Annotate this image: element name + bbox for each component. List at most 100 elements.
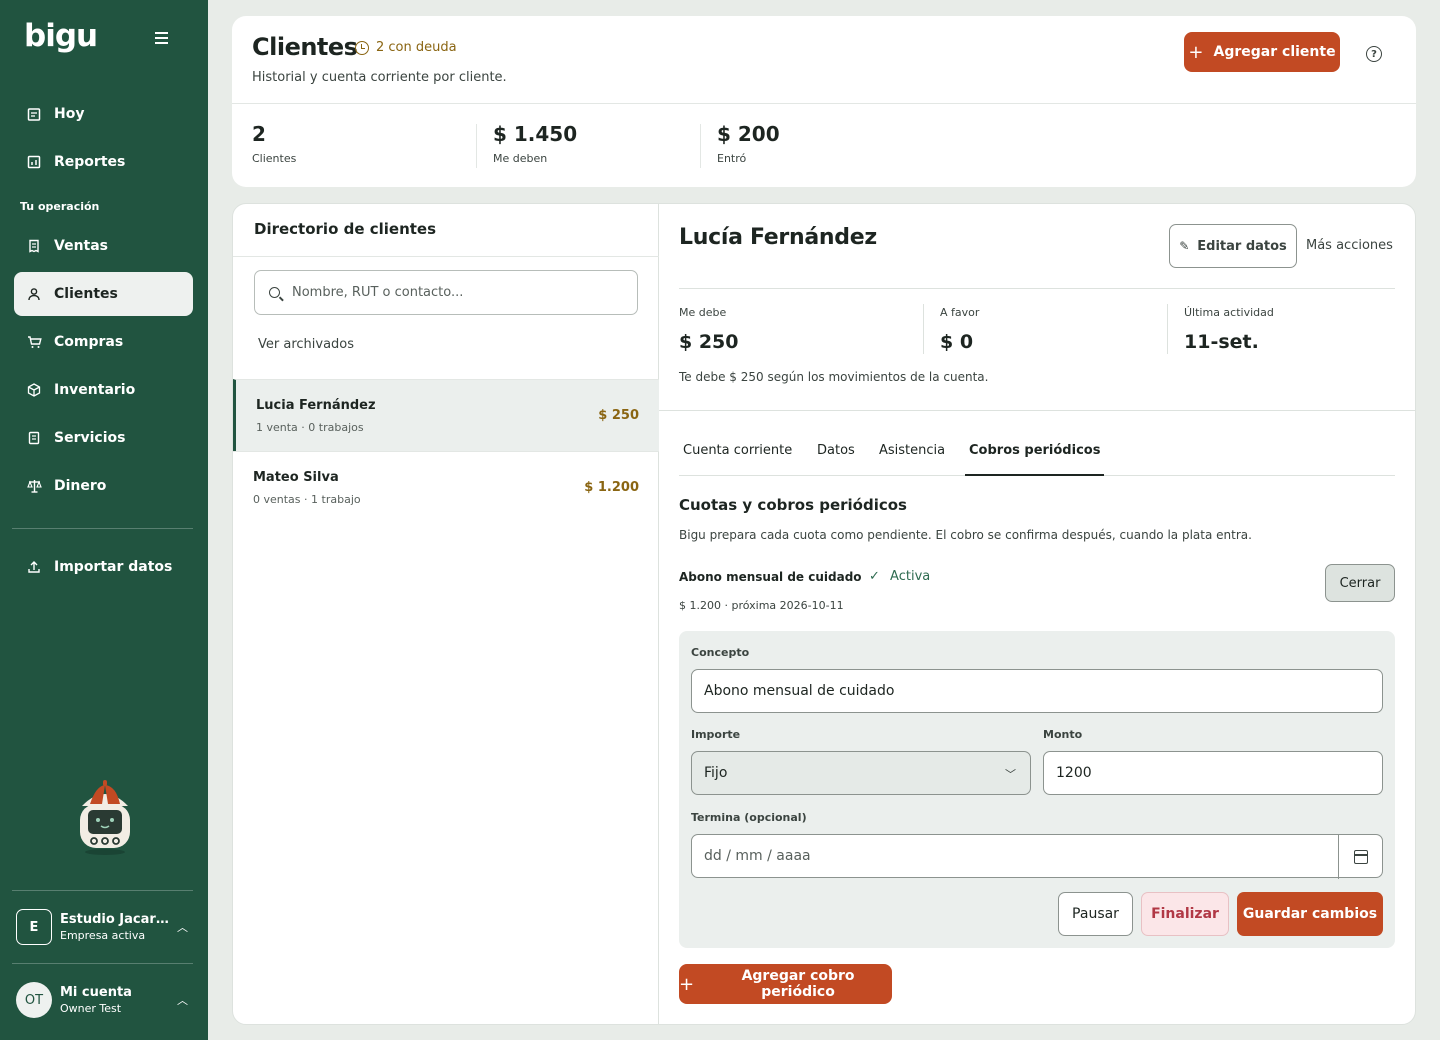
more-actions-button[interactable]: Más acciones [1306, 238, 1393, 253]
plan-edit-form: Concepto Abono mensual de cuidado Import… [679, 631, 1395, 948]
nav-label: Inventario [54, 382, 136, 398]
company-name: Estudio Jacarandá [60, 912, 172, 927]
nav-item-compras[interactable]: Compras [14, 320, 193, 364]
box-icon [26, 382, 42, 398]
clipboard-icon [26, 430, 42, 446]
tab-cuenta-corriente[interactable]: Cuenta corriente [683, 443, 792, 476]
account-name: Mi cuenta [60, 985, 132, 1000]
nav-item-hoy[interactable]: Hoy [14, 92, 193, 136]
page-header: Clientes 2 con deuda Historial y cuenta … [232, 16, 1416, 187]
client-meta: 0 ventas · 1 trabajo [253, 493, 361, 506]
nav-item-importar[interactable]: Importar datos [14, 545, 193, 589]
search-placeholder: Nombre, RUT o contacto... [292, 285, 464, 300]
calendar-button[interactable] [1338, 835, 1382, 879]
stat-value: 2 [252, 122, 266, 146]
debt-badge-label: 2 con deuda [376, 40, 457, 55]
kpi-value: $ 0 [940, 331, 974, 353]
plan-name: Abono mensual de cuidado [679, 570, 862, 584]
stat-divider [476, 124, 477, 168]
plus-icon: + [1188, 41, 1204, 63]
section-label: Tu operación [20, 200, 100, 213]
receipt-icon [26, 238, 42, 254]
plan-meta: $ 1.200 · próxima 2026-10-11 [679, 599, 844, 612]
clients-workspace: Directorio de clientes Nombre, RUT o con… [232, 203, 1416, 1025]
end-date-input[interactable]: dd / mm / aaaa [691, 834, 1383, 879]
kpi-owes: Me debe $ 250 [679, 306, 739, 353]
finish-button[interactable]: Finalizar [1141, 892, 1229, 936]
account-user: Owner Test [60, 1002, 122, 1015]
calendar-icon [1353, 850, 1368, 864]
stat-label: Clientes [252, 152, 297, 165]
close-plan-button[interactable]: Cerrar [1325, 564, 1395, 602]
edit-client-button[interactable]: ✎ Editar datos [1169, 224, 1297, 268]
nav-label: Clientes [54, 286, 118, 302]
end-date-placeholder: dd / mm / aaaa [704, 848, 811, 864]
amount-type-select[interactable]: Fijo ﹀ [691, 751, 1031, 795]
chevron-up-icon: ︿ [177, 921, 188, 934]
nav-item-clientes[interactable]: Clientes [14, 272, 193, 316]
user-icon [26, 286, 42, 302]
calendar-icon [26, 106, 42, 122]
clock-icon [355, 40, 369, 55]
nav-item-dinero[interactable]: Dinero [14, 464, 193, 508]
end-date-label: Termina (opcional) [691, 811, 807, 824]
nav-item-ventas[interactable]: Ventas [14, 224, 193, 268]
kpi-label: A favor [940, 306, 980, 319]
client-row[interactable]: Mateo Silva 0 ventas · 1 trabajo $ 1.200 [233, 451, 659, 523]
nav-label: Compras [54, 334, 124, 350]
archived-link[interactable]: Ver archivados [258, 337, 354, 352]
pencil-icon: ✎ [1179, 239, 1190, 253]
nav-label: Importar datos [54, 559, 173, 575]
stat-divider [700, 124, 701, 168]
account-menu[interactable]: OT Mi cuenta Owner Test ︿ [16, 980, 196, 1020]
kpi-value: 11-set. [1184, 331, 1259, 353]
upload-icon [26, 559, 42, 575]
client-balance: $ 1.200 [584, 480, 639, 495]
tab-datos[interactable]: Datos [817, 443, 855, 476]
add-periodic-charge-button[interactable]: + Agregar cobro periódico [679, 964, 892, 1004]
save-changes-button[interactable]: Guardar cambios [1237, 892, 1383, 936]
company-status: Empresa activa [60, 929, 146, 942]
nav-item-servicios[interactable]: Servicios [14, 416, 193, 460]
help-icon[interactable]: ? [1366, 46, 1382, 62]
amount-type-value: Fijo [704, 765, 728, 781]
chevron-up-icon: ︿ [177, 994, 188, 1007]
kpi-label: Última actividad [1184, 306, 1274, 319]
concept-input[interactable]: Abono mensual de cuidado [691, 669, 1383, 713]
mascot-illustration [72, 780, 138, 856]
company-switcher[interactable]: E Estudio Jacarandá Empresa activa ︿ [16, 907, 196, 947]
add-periodic-charge-label: Agregar cobro periódico [741, 968, 855, 1000]
nav-label: Reportes [54, 154, 126, 170]
avatar: OT [16, 982, 52, 1018]
kpi-value: $ 250 [679, 331, 739, 353]
scale-icon [26, 478, 42, 494]
hamburger-menu-icon[interactable] [150, 30, 172, 50]
search-input[interactable]: Nombre, RUT o contacto... [254, 270, 638, 315]
add-client-label: Agregar cliente [1213, 44, 1336, 60]
directory-title: Directorio de clientes [254, 220, 437, 238]
stat-value: $ 200 [717, 122, 780, 146]
app-logo[interactable]: bigu [24, 18, 98, 54]
pause-button[interactable]: Pausar [1058, 892, 1133, 936]
tab-asistencia[interactable]: Asistencia [879, 443, 945, 476]
page-title: Clientes [252, 33, 358, 61]
check-icon: ✓ [869, 569, 880, 584]
tab-cobros-periodicos[interactable]: Cobros periódicos [965, 443, 1105, 476]
section-title: Cuotas y cobros periódicos [679, 496, 907, 514]
sidebar-divider [12, 890, 193, 891]
chevron-down-icon: ﹀ [1005, 768, 1016, 781]
nav-item-inventario[interactable]: Inventario [14, 368, 193, 412]
kpi-last-activity: Última actividad 11-set. [1184, 306, 1274, 353]
amount-input[interactable]: 1200 [1043, 751, 1383, 795]
plan-status: ✓ Activa [869, 569, 930, 584]
concept-label: Concepto [691, 646, 750, 659]
nav-item-reportes[interactable]: Reportes [14, 140, 193, 184]
client-row[interactable]: Lucia Fernández 1 venta · 0 trabajos $ 2… [233, 379, 659, 451]
client-meta: 1 venta · 0 trabajos [256, 421, 364, 434]
add-client-button[interactable]: + Agregar cliente [1184, 32, 1340, 72]
stat-income: $ 200 Entró [717, 122, 780, 165]
amount-label: Monto [1043, 728, 1083, 741]
stat-value: $ 1.450 [493, 122, 578, 146]
divider [679, 288, 1395, 289]
client-detail: Lucía Fernández ✎ Editar datos Más accio… [659, 204, 1415, 1024]
